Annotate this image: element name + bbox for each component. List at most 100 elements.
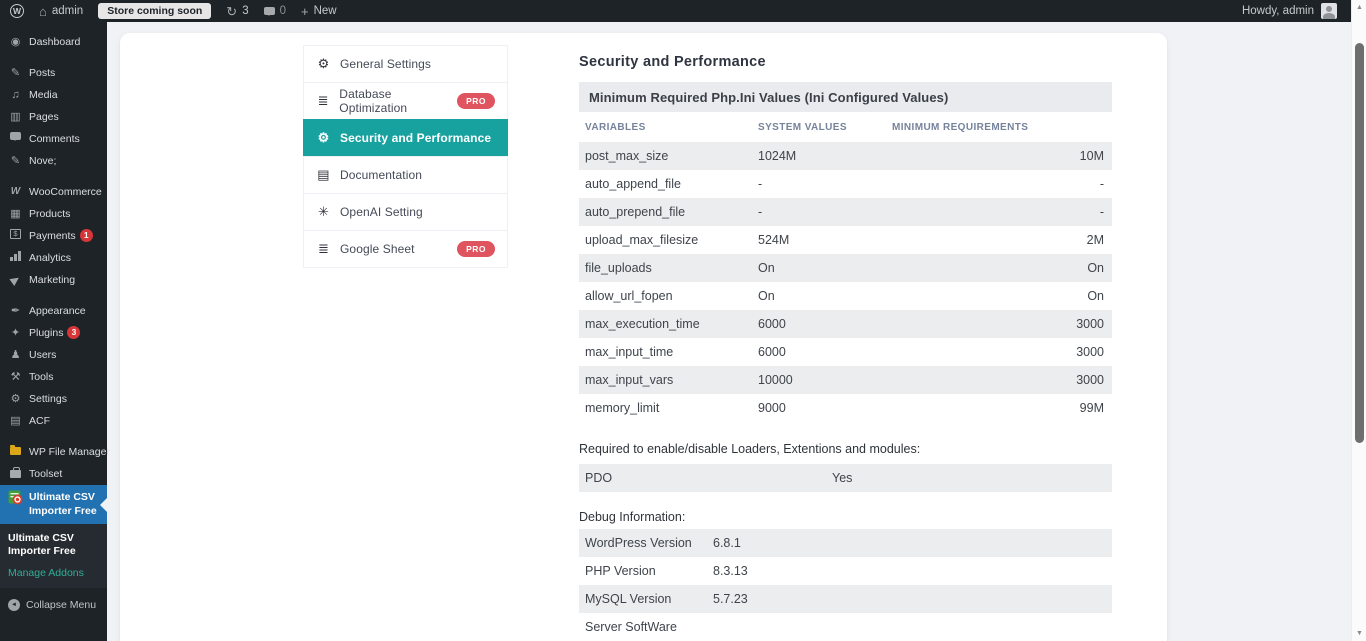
plugin-settings-card: ⚙General Settings≣Database OptimizationP… (120, 33, 1167, 641)
sidebar-item-label: ACF (29, 414, 50, 428)
appearance-icon: ✒ (8, 304, 23, 318)
toolset-icon (8, 467, 23, 478)
cell-minimum-requirement: - (892, 205, 1104, 219)
sidebar-item-analytics[interactable]: Analytics (0, 247, 107, 269)
table-row: max_input_time60003000 (579, 338, 1112, 366)
database-icon: ≣ (316, 93, 330, 109)
sidebar-item-payments[interactable]: $Payments1 (0, 225, 107, 247)
tab-security-and-performance[interactable]: ⚙Security and Performance (303, 119, 508, 157)
table-row: allow_url_fopenOnOn (579, 282, 1112, 310)
updates-link[interactable]: ↻ 3 (226, 5, 248, 18)
site-link[interactable]: ⌂ admin (39, 5, 83, 18)
sidebar-item-marketing[interactable]: ▶Marketing (0, 269, 107, 291)
table-row: file_uploadsOnOn (579, 254, 1112, 282)
admin-top-bar: W ⌂ admin Store coming soon ↻ 3 0 + New … (0, 0, 1351, 22)
comments-link[interactable]: 0 (264, 5, 286, 17)
tab-general-settings[interactable]: ⚙General Settings (303, 45, 508, 83)
scrollbar-down-arrow-icon[interactable]: ▼ (1352, 626, 1366, 641)
sidebar-item-woocommerce[interactable]: WWooCommerce (0, 181, 107, 203)
update-count: 3 (242, 5, 248, 17)
sidebar-item-tools[interactable]: ⚒Tools (0, 366, 107, 388)
submenu-item-ultimate-csv-importer-free[interactable]: Ultimate CSV Importer Free (8, 532, 101, 558)
cell-system-value: 1024M (758, 149, 892, 163)
collapse-arrow-icon: ◄ (8, 599, 20, 611)
new-content-link[interactable]: + New (301, 5, 337, 18)
table-row: auto_prepend_file-- (579, 198, 1112, 226)
pro-badge: PRO (457, 241, 495, 257)
table-row: MySQL Version5.7.23 (579, 585, 1112, 613)
products-icon: ▦ (8, 207, 23, 221)
collapse-menu-label: Collapse Menu (26, 599, 96, 611)
column-header: MINIMUM REQUIREMENTS (892, 122, 1104, 133)
sidebar-item-comments[interactable]: Comments (0, 128, 107, 150)
cell-system-value: 9000 (758, 401, 892, 415)
cell-variable: post_max_size (585, 149, 758, 163)
tab-database-optimization[interactable]: ≣Database OptimizationPRO (303, 82, 508, 120)
csv-importer-icon (8, 490, 23, 505)
submenu-item-manage-addons[interactable]: Manage Addons (8, 567, 101, 579)
admin-sidebar: ◉Dashboard ✎ Posts ♫Media▥Pages Comments ✎Nov… (0, 22, 107, 641)
tab-documentation[interactable]: ▤Documentation (303, 156, 508, 194)
cell-variable: auto_append_file (585, 177, 758, 191)
cell-variable: memory_limit (585, 401, 758, 415)
coming-soon-badge: Store coming soon (98, 3, 211, 19)
site-name: admin (52, 5, 83, 17)
cell-debug-name: Server SoftWare (585, 620, 713, 634)
cell-debug-value: 8.3.13 (713, 564, 1104, 578)
sidebar-item-settings[interactable]: ⚙Settings (0, 388, 107, 410)
cell-debug-value: 5.7.23 (713, 592, 1104, 606)
sidebar-item-media[interactable]: ♫Media (0, 84, 107, 106)
table-row: PHP Version8.3.13 (579, 557, 1112, 585)
coming-soon-link[interactable]: Store coming soon (98, 3, 211, 19)
my-account-link[interactable]: Howdy, admin (1242, 3, 1337, 19)
tab-label: Documentation (340, 168, 422, 182)
browser-scrollbar[interactable]: ▲ ▼ (1351, 0, 1366, 641)
sidebar-item-posts[interactable]: ✎ Posts (0, 62, 107, 84)
plugin-submenu: Ultimate CSV Importer Free Manage Addons (0, 524, 107, 588)
cell-minimum-requirement: 3000 (892, 373, 1104, 387)
settings-tab-list: ⚙General Settings≣Database OptimizationP… (303, 45, 508, 268)
dashboard-icon: ◉ (8, 35, 23, 49)
sidebar-item-label: Toolset (29, 467, 62, 481)
wordpress-menu[interactable]: W (10, 4, 24, 18)
sidebar-item-users[interactable]: ♟Users (0, 344, 107, 366)
cell-extension-status: Yes (832, 471, 1104, 485)
sidebar-separator (0, 172, 107, 181)
sidebar-item-acf[interactable]: ▤ACF (0, 410, 107, 432)
sidebar-item-label: Marketing (29, 273, 75, 287)
cell-system-value: On (758, 289, 892, 303)
sidebar-item-label: Users (29, 348, 56, 362)
sidebar-item-pages[interactable]: ▥Pages (0, 106, 107, 128)
sidebar-item-nove[interactable]: ✎Nove; (0, 150, 107, 172)
sidebar-item-label: Plugins (29, 326, 63, 340)
column-header: SYSTEM VALUES (758, 122, 892, 133)
sidebar-item-dashboard[interactable]: ◉Dashboard (0, 31, 107, 53)
settings-icon: ⚙ (8, 392, 23, 406)
sidebar-item-toolset[interactable]: Toolset (0, 463, 107, 485)
tab-openai-setting[interactable]: ✳OpenAI Setting (303, 193, 508, 231)
tab-label: General Settings (340, 57, 431, 71)
sidebar-item-products[interactable]: ▦Products (0, 203, 107, 225)
sidebar-menu: ◉Dashboard ✎ Posts ♫Media▥Pages Comments ✎Nov… (0, 22, 107, 524)
sidebar-item-ultimate-csv-importer-free[interactable]: Ultimate CSV Importer Free (0, 485, 107, 524)
pin-icon: ✎ (8, 66, 23, 80)
cell-extension-name: PDO (585, 471, 832, 485)
pages-icon: ▥ (8, 110, 23, 124)
sidebar-item-wp-file-manager[interactable]: WP File Manager (0, 441, 107, 463)
collapse-menu-button[interactable]: ◄ Collapse Menu (0, 599, 107, 611)
pin-icon: ✎ (8, 154, 23, 168)
sidebar-item-label: Comments (29, 132, 80, 146)
tab-google-sheet[interactable]: ≣Google SheetPRO (303, 230, 508, 268)
sidebar-item-plugins[interactable]: ✦Plugins3 (0, 322, 107, 344)
scrollbar-up-arrow-icon[interactable]: ▲ (1352, 0, 1366, 15)
analytics-icon (8, 251, 23, 261)
sidebar-item-appearance[interactable]: ✒Appearance (0, 300, 107, 322)
cell-system-value: - (758, 177, 892, 191)
sidebar-separator (0, 432, 107, 441)
cell-minimum-requirement: 3000 (892, 345, 1104, 359)
php-ini-table: post_max_size1024M10Mauto_append_file--a… (579, 142, 1112, 422)
sidebar-item-label: Posts (29, 66, 55, 80)
cell-minimum-requirement: On (892, 289, 1104, 303)
scrollbar-thumb[interactable] (1355, 43, 1364, 443)
cell-variable: max_input_time (585, 345, 758, 359)
